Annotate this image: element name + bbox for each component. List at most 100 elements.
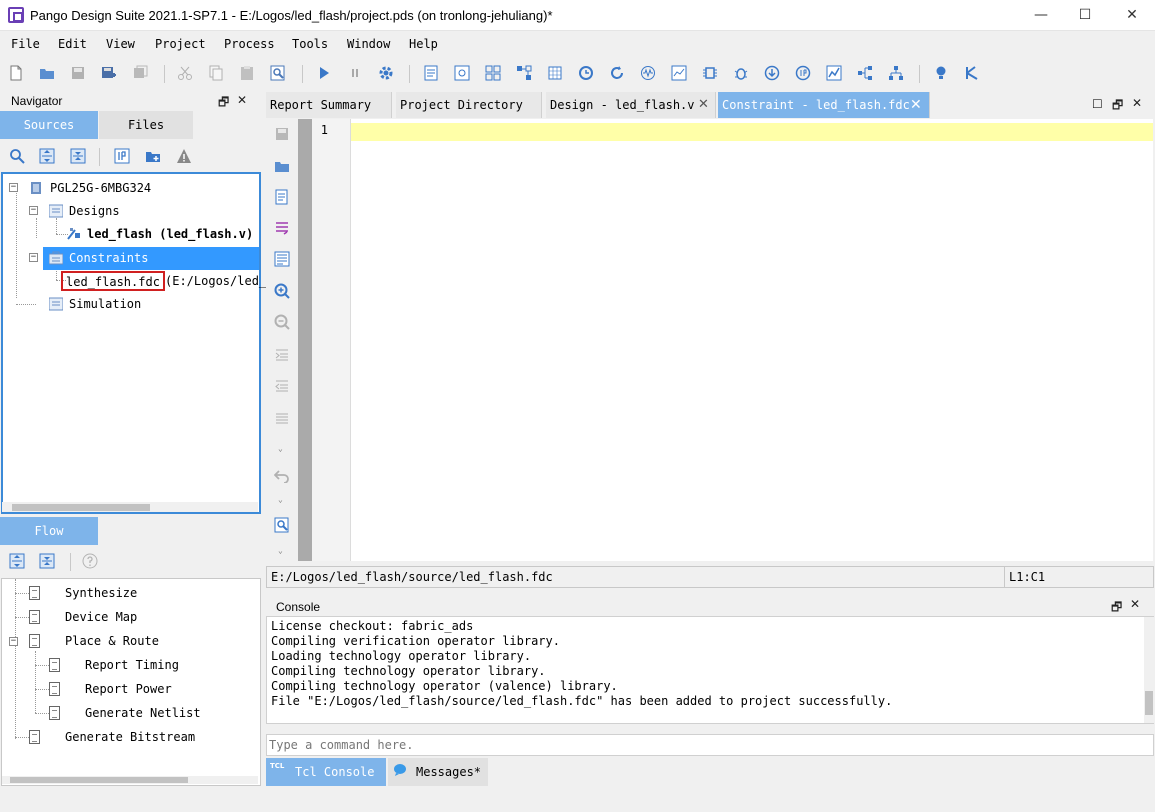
zoom-out-icon[interactable]: [274, 314, 290, 330]
format-list-icon[interactable]: [274, 220, 290, 236]
close-window-button[interactable]: ✕: [1109, 0, 1155, 31]
menu-process[interactable]: Process: [224, 37, 275, 51]
copy-icon[interactable]: [208, 65, 224, 81]
menu-window[interactable]: Window: [347, 37, 390, 51]
float-panel-icon[interactable]: 🗗: [218, 93, 229, 114]
indent-icon[interactable]: [274, 347, 290, 363]
menu-project[interactable]: Project: [155, 37, 206, 51]
align-lines-icon[interactable]: [274, 411, 290, 427]
pause-icon[interactable]: [347, 65, 363, 81]
template-icon[interactable]: [274, 251, 290, 267]
flow-item-report-power[interactable]: Report Power: [49, 678, 249, 700]
float-panel-icon[interactable]: 🗗: [1112, 96, 1123, 117]
save-as-icon[interactable]: [101, 65, 117, 81]
more-chevron-icon[interactable]: ⌄: [278, 444, 283, 453]
tree-item-designs[interactable]: − Designs: [29, 201, 259, 221]
netlist-view-icon[interactable]: [516, 65, 532, 81]
new-file-icon[interactable]: [8, 65, 24, 81]
tree-item-simulation[interactable]: Simulation: [43, 294, 253, 314]
minimize-button[interactable]: —: [1018, 0, 1064, 31]
console-output[interactable]: License checkout: fabric_ads Compiling v…: [266, 616, 1154, 724]
console-vertical-scrollbar[interactable]: [1144, 617, 1154, 723]
close-panel-icon[interactable]: ✕: [1132, 96, 1142, 110]
debug-bug-icon[interactable]: [733, 65, 749, 81]
tab-files[interactable]: Files: [99, 111, 193, 139]
tcl-command-input[interactable]: [266, 734, 1154, 756]
timing-report-icon[interactable]: [454, 65, 470, 81]
close-panel-icon[interactable]: ✕: [237, 93, 247, 107]
add-source-folder-icon[interactable]: [145, 148, 161, 164]
open-folder-icon[interactable]: [274, 158, 290, 174]
tab-report-summary[interactable]: Report Summary: [266, 92, 392, 118]
outdent-icon[interactable]: [274, 378, 290, 394]
paste-icon[interactable]: [239, 65, 255, 81]
scrollbar-thumb[interactable]: [1145, 691, 1153, 715]
flow-item-place-route[interactable]: − Place & Route: [9, 630, 249, 652]
collapse-all-icon[interactable]: [39, 553, 55, 569]
save-icon[interactable]: [70, 65, 86, 81]
tab-tcl-console[interactable]: TCL Tcl Console: [266, 758, 386, 786]
tab-sources[interactable]: Sources: [0, 111, 98, 139]
download-icon[interactable]: [764, 65, 780, 81]
code-editor[interactable]: [351, 119, 1153, 561]
maximize-panel-icon[interactable]: ☐: [1092, 97, 1103, 111]
report-icon[interactable]: [423, 65, 439, 81]
edit-document-icon[interactable]: [274, 189, 290, 205]
zoom-in-icon[interactable]: [274, 283, 290, 299]
find-replace-icon[interactable]: [274, 517, 290, 533]
waveform-icon[interactable]: [640, 65, 656, 81]
expand-all-icon[interactable]: [9, 553, 25, 569]
collapse-toggle-icon[interactable]: −: [29, 206, 38, 215]
collapse-toggle-icon[interactable]: −: [9, 183, 18, 192]
debugger-icon[interactable]: [671, 65, 687, 81]
lightbulb-icon[interactable]: [933, 65, 949, 81]
tree-view-icon[interactable]: [888, 65, 904, 81]
reload-icon[interactable]: [609, 65, 625, 81]
find-icon[interactable]: [270, 65, 286, 81]
io-config-icon[interactable]: [702, 65, 718, 81]
menu-tools[interactable]: Tools: [292, 37, 328, 51]
menu-view[interactable]: View: [106, 37, 135, 51]
save-icon[interactable]: [274, 126, 290, 142]
ip-catalog-icon[interactable]: [795, 65, 811, 81]
close-panel-icon[interactable]: ✕: [1130, 597, 1140, 611]
chart-icon[interactable]: [826, 65, 842, 81]
chip-view-icon[interactable]: [547, 65, 563, 81]
flow-item-report-timing[interactable]: Report Timing: [49, 654, 249, 676]
tab-messages[interactable]: Messages*: [388, 758, 488, 786]
close-tab-icon[interactable]: ✕: [698, 92, 709, 118]
tab-design-file[interactable]: Design - led_flash.v ✕: [546, 92, 716, 118]
scrollbar-thumb[interactable]: [12, 504, 150, 511]
collapse-toggle-icon[interactable]: −: [9, 637, 18, 646]
refresh-icon[interactable]: [578, 65, 594, 81]
menu-edit[interactable]: Edit: [58, 37, 87, 51]
tree-item-constraints[interactable]: − Constraints: [29, 247, 259, 270]
run-icon[interactable]: [316, 65, 332, 81]
flow-item-synthesize[interactable]: Synthesize: [29, 582, 249, 604]
tree-item-device[interactable]: − PGL25G-6MBG324: [9, 178, 259, 198]
close-tab-icon[interactable]: ✕: [910, 92, 922, 118]
flow-item-generate-bitstream[interactable]: Generate Bitstream: [29, 726, 249, 748]
flow-item-device-map[interactable]: Device Map: [29, 606, 249, 628]
menu-file[interactable]: File: [11, 37, 40, 51]
more-chevron-icon[interactable]: ⌄: [278, 495, 283, 504]
settings-gear-icon[interactable]: [378, 65, 394, 81]
open-folder-icon[interactable]: [39, 65, 55, 81]
tab-constraint-file[interactable]: Constraint - led_flash.fdc ✕: [718, 92, 930, 118]
tree-item-constraint-file[interactable]: led_flash.fdc (E:/Logos/led_: [61, 271, 266, 291]
save-all-icon[interactable]: [132, 65, 148, 81]
tab-project-directory[interactable]: Project Directory: [396, 92, 542, 118]
warning-icon[interactable]: [176, 148, 192, 164]
flow-item-generate-netlist[interactable]: Generate Netlist: [49, 702, 249, 724]
more-chevron-icon[interactable]: ⌄: [278, 546, 283, 555]
help-icon[interactable]: [82, 553, 98, 569]
pango-k-icon[interactable]: [964, 65, 980, 81]
floorplan-icon[interactable]: [485, 65, 501, 81]
menu-help[interactable]: Help: [409, 37, 438, 51]
collapse-all-icon[interactable]: [70, 148, 86, 164]
tab-flow[interactable]: Flow: [0, 517, 98, 545]
hierarchy-icon[interactable]: [857, 65, 873, 81]
undo-icon[interactable]: [274, 467, 290, 483]
collapse-toggle-icon[interactable]: −: [29, 253, 38, 262]
tree-horizontal-scrollbar[interactable]: [2, 502, 258, 512]
